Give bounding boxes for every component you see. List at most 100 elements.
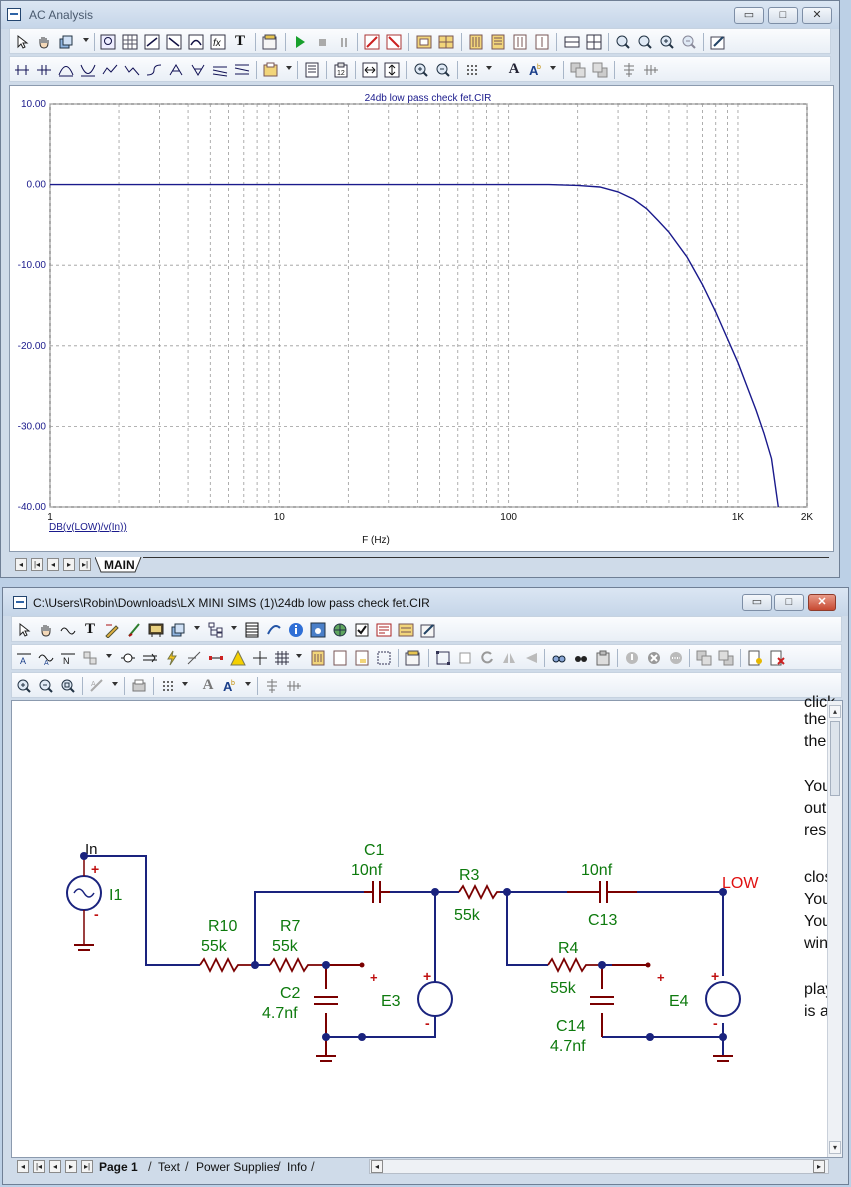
zoom-region-icon[interactable]	[98, 32, 118, 51]
scroll-up-button[interactable]: ▴	[829, 705, 841, 718]
stop-icon[interactable]	[312, 32, 332, 51]
scroll-down-button[interactable]: ▾	[829, 1141, 841, 1154]
properties-2-icon[interactable]	[403, 648, 423, 667]
tab-power-supplies[interactable]: Power Supplies	[196, 1159, 279, 1175]
fit-y-icon[interactable]	[382, 60, 402, 79]
grid-dots-dropdown-icon[interactable]	[486, 66, 492, 70]
trace-label[interactable]: DB(v(LOW)/v(In))	[49, 522, 127, 533]
curve-icon[interactable]	[264, 620, 284, 639]
send-back-icon[interactable]	[716, 648, 736, 667]
scrollbar-thumb[interactable]	[830, 721, 840, 796]
wire-tool-icon[interactable]	[58, 620, 78, 639]
stop-circle-icon[interactable]	[622, 648, 642, 667]
resistor-r3[interactable]	[458, 883, 500, 901]
tab-last-button[interactable]: ▸|	[79, 558, 91, 571]
list-icon[interactable]	[396, 620, 416, 639]
style-dropdown-icon[interactable]	[245, 682, 251, 686]
plot-properties-icon[interactable]	[708, 32, 728, 51]
pin-dropdown-icon[interactable]	[106, 654, 112, 658]
tile-1-icon[interactable]	[414, 32, 434, 51]
tab-prev-button[interactable]: ◂	[47, 558, 59, 571]
text-tool-icon[interactable]: T	[230, 32, 250, 51]
function-icon[interactable]: fx	[208, 32, 228, 51]
hierarchy-dropdown-icon[interactable]	[231, 626, 237, 630]
plot-pane[interactable]: 10.00 0.00 -10.00 -20.00 -30.00 -40.00 1 10 100 1…	[9, 85, 834, 552]
horizontal-scrollbar[interactable]	[369, 1159, 829, 1174]
style-icon[interactable]: Ab	[526, 60, 546, 79]
schematic-restore-button[interactable]: □	[774, 594, 804, 611]
power-icon[interactable]	[162, 648, 182, 667]
rotate-icon[interactable]	[477, 648, 497, 667]
tab-page-1[interactable]: Page 1	[99, 1159, 138, 1175]
close-button[interactable]: ✕	[802, 7, 832, 24]
cursor-left-icon[interactable]	[12, 60, 32, 79]
grid-dots-icon[interactable]	[158, 676, 178, 695]
global-high-icon[interactable]	[166, 60, 186, 79]
voltage-probe-icon[interactable]	[118, 648, 138, 667]
capacitor-c2[interactable]	[314, 996, 338, 1005]
tab-scroll-first-button[interactable]: |◂	[33, 1160, 45, 1173]
grid-dropdown-icon[interactable]	[296, 654, 302, 658]
schematic-vertical-scrollbar[interactable]: ▴ ▾	[827, 701, 842, 1157]
pause-icon[interactable]	[334, 32, 354, 51]
layout-d-icon[interactable]	[532, 32, 552, 51]
restore-button[interactable]: □	[768, 7, 798, 24]
data-points-dropdown-icon[interactable]	[286, 66, 292, 70]
tile-2-icon[interactable]	[436, 32, 456, 51]
grid-toggle-icon[interactable]	[120, 32, 140, 51]
peak-icon[interactable]	[56, 60, 76, 79]
high-icon[interactable]	[100, 60, 120, 79]
globe-icon[interactable]	[330, 620, 350, 639]
valley-icon[interactable]	[78, 60, 98, 79]
cursor-right-icon[interactable]	[34, 60, 54, 79]
layout-a-icon[interactable]	[466, 32, 486, 51]
add-page-icon[interactable]	[745, 648, 765, 667]
capacitor-c1[interactable]	[364, 881, 390, 903]
pin-connections-icon[interactable]	[80, 648, 100, 667]
clipboard-icon[interactable]: 12	[331, 60, 351, 79]
report-icon[interactable]	[374, 620, 394, 639]
show-values-icon[interactable]: A	[36, 648, 56, 667]
capacitor-c13[interactable]	[567, 881, 637, 903]
current-arrow-icon[interactable]	[140, 648, 160, 667]
group-icon[interactable]	[433, 648, 453, 667]
zoom-y-icon[interactable]	[635, 32, 655, 51]
capacitor-c14[interactable]	[590, 996, 614, 1005]
fit-x-icon[interactable]	[360, 60, 380, 79]
tab-text[interactable]: Text	[158, 1159, 180, 1175]
select-arrow-icon[interactable]	[14, 620, 34, 639]
help-window-icon[interactable]	[308, 620, 328, 639]
node-numbers-icon[interactable]: N	[58, 648, 78, 667]
component-browser-icon[interactable]	[146, 620, 166, 639]
properties-icon[interactable]	[260, 32, 280, 51]
show-text-icon[interactable]: A	[14, 648, 34, 667]
ac-window-titlebar[interactable]: AC Analysis ▭ □ ✕	[1, 1, 839, 29]
plot-scale-3-icon[interactable]	[186, 32, 206, 51]
tab-first-button[interactable]: ◂	[17, 1160, 29, 1173]
horizontal-split-icon[interactable]	[562, 32, 582, 51]
tab-scroll-first-button[interactable]: |◂	[31, 558, 43, 571]
condition-icon[interactable]	[184, 648, 204, 667]
stack-dropdown-icon[interactable]	[83, 38, 89, 42]
page-with-box-icon[interactable]	[352, 648, 372, 667]
cancel-circle-icon[interactable]	[644, 648, 664, 667]
resistor-r10[interactable]	[199, 956, 255, 974]
bring-front-icon[interactable]	[568, 60, 588, 79]
schematic-canvas[interactable]: + - I1 In R10 55k R7 55k C2 4.7nf C1 10n…	[11, 694, 843, 1158]
pan-hand-icon[interactable]	[34, 32, 54, 51]
tab-first-button[interactable]: ◂	[15, 558, 27, 571]
flip-icon[interactable]	[521, 648, 541, 667]
pan-hand-icon[interactable]	[36, 620, 56, 639]
layout-c-icon[interactable]	[510, 32, 530, 51]
quad-split-icon[interactable]	[584, 32, 604, 51]
table-icon[interactable]	[242, 620, 262, 639]
print-icon[interactable]	[129, 676, 149, 695]
mirror-icon[interactable]	[499, 648, 519, 667]
zoom-out-2-icon[interactable]	[433, 60, 453, 79]
pin-markers-icon[interactable]	[206, 648, 226, 667]
properties-icon[interactable]	[418, 620, 438, 639]
checkbox-icon[interactable]	[352, 620, 372, 639]
low-icon[interactable]	[122, 60, 142, 79]
top-icon[interactable]	[210, 60, 230, 79]
align-horizontal-icon[interactable]	[641, 60, 661, 79]
